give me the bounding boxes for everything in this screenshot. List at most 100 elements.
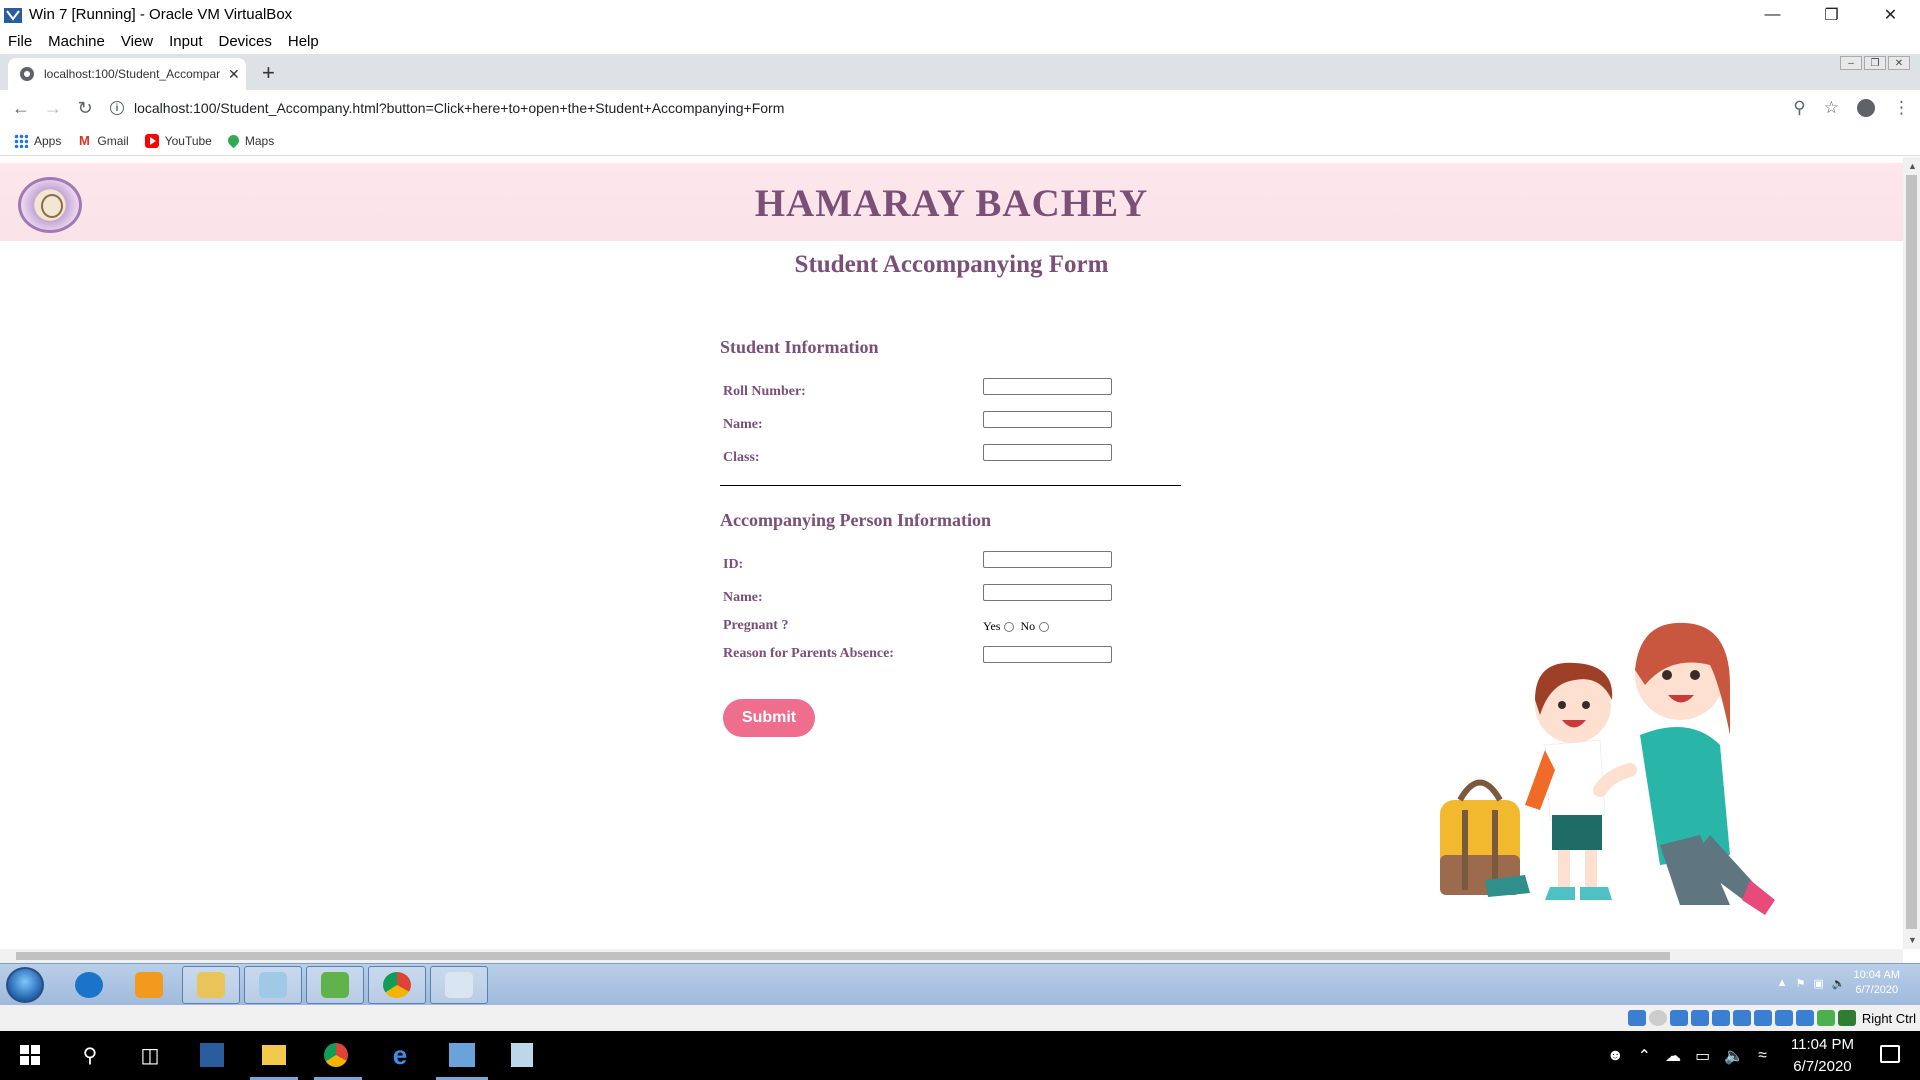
taskbar-chrome[interactable]	[368, 966, 426, 1004]
search-icon[interactable]: ⚲	[76, 1041, 104, 1069]
guest-restore-icon[interactable]: ❐	[1864, 56, 1886, 70]
form-title: Student Accompanying Form	[794, 251, 1109, 278]
person-name-label: Name:	[723, 590, 763, 605]
menu-devices[interactable]: Devices	[219, 33, 272, 50]
folder-icon	[197, 972, 225, 998]
start-orb-icon[interactable]	[6, 967, 44, 1003]
address-bar[interactable]: i localhost:100/Student_Accompany.html?b…	[110, 94, 1790, 122]
guest-minimize-icon[interactable]: –	[1840, 56, 1862, 70]
people-icon[interactable]: ☻	[1607, 1047, 1624, 1065]
tray-arrow-icon[interactable]: ▲	[1777, 977, 1788, 989]
taskbar-app-1[interactable]	[244, 966, 302, 1004]
vm-window-taskbar-icon[interactable]	[448, 1041, 476, 1069]
optical-drive-icon[interactable]	[1648, 1010, 1667, 1026]
taskbar-explorer[interactable]	[182, 966, 240, 1004]
roll-number-input[interactable]	[983, 378, 1112, 395]
student-section-heading: Student Information	[720, 337, 879, 357]
pregnant-row: Pregnant ? Yes No	[720, 615, 1190, 642]
student-name-input[interactable]	[983, 411, 1112, 428]
taskbar-paint[interactable]	[430, 966, 488, 1004]
setup-icon	[321, 972, 349, 998]
mouse-integration-icon[interactable]	[1816, 1010, 1835, 1026]
submit-button[interactable]: Submit	[723, 699, 815, 737]
audio-icon[interactable]	[1669, 1010, 1688, 1026]
bookmark-maps[interactable]: Maps	[225, 132, 274, 149]
volume-icon[interactable]: 🔈	[1724, 1046, 1744, 1066]
chrome-taskbar-icon[interactable]	[322, 1041, 350, 1069]
vertical-scrollbar[interactable]: ▲ ▼	[1903, 157, 1920, 949]
tab-close-icon[interactable]: ✕	[228, 66, 240, 83]
edge-icon[interactable]: e	[386, 1039, 414, 1070]
bookmark-youtube[interactable]: YouTube	[144, 133, 212, 148]
app-taskbar-icon[interactable]	[508, 1041, 536, 1069]
info-icon[interactable]: i	[110, 101, 124, 115]
onedrive-icon[interactable]: ☁	[1665, 1046, 1681, 1066]
file-explorer-icon[interactable]	[260, 1041, 288, 1069]
guest-clock[interactable]: 10:04 AM 6/7/2020	[1854, 968, 1900, 998]
no-radio[interactable]	[1039, 621, 1050, 632]
menu-machine[interactable]: Machine	[48, 33, 105, 50]
display-icon[interactable]	[1753, 1010, 1772, 1026]
tray-volume-icon[interactable]: 🔈	[1832, 977, 1846, 990]
restore-button[interactable]: ❐	[1802, 0, 1861, 29]
paint-icon	[445, 972, 473, 998]
wifi-icon[interactable]: ≈	[1758, 1047, 1767, 1065]
host-clock[interactable]: 11:04 PM 6/7/2020	[1791, 1034, 1854, 1078]
star-icon[interactable]: ☆	[1824, 98, 1839, 118]
scroll-up-icon[interactable]: ▲	[1908, 161, 1917, 171]
menu-view[interactable]: View	[121, 33, 153, 50]
bookmark-apps[interactable]: Apps	[14, 133, 61, 148]
menu-input[interactable]: Input	[169, 33, 202, 50]
taskbar-media-player[interactable]	[120, 966, 178, 1004]
yes-radio[interactable]	[1004, 621, 1015, 632]
zoom-icon[interactable]: ⚲	[1793, 98, 1805, 118]
new-tab-icon[interactable]: +	[262, 60, 275, 86]
keyboard-capture-icon[interactable]	[1837, 1010, 1856, 1026]
network-icon[interactable]	[1690, 1010, 1709, 1026]
menu-help[interactable]: Help	[288, 33, 319, 50]
windows-start-icon[interactable]	[16, 1041, 44, 1069]
horizontal-scrollbar[interactable]	[0, 949, 1903, 963]
guest-close-icon[interactable]: ✕	[1888, 56, 1910, 70]
taskbar-ie[interactable]	[60, 966, 118, 1004]
virtualbox-icon	[4, 7, 22, 23]
notification-icon[interactable]	[1880, 1045, 1900, 1063]
usb-icon[interactable]	[1711, 1010, 1730, 1026]
forward-arrow-icon[interactable]: →	[42, 98, 64, 119]
tray-network-icon[interactable]: ▣	[1813, 977, 1823, 990]
reason-row: Reason for Parents Absence:	[720, 642, 1190, 675]
show-hidden-icon[interactable]: ⌃	[1638, 1046, 1651, 1066]
shared-folder-icon[interactable]	[1732, 1010, 1751, 1026]
more-menu-icon[interactable]: ⋮	[1893, 98, 1910, 118]
taskbar-app-2[interactable]	[306, 966, 364, 1004]
reload-icon[interactable]: ↻	[74, 98, 96, 119]
id-input[interactable]	[983, 551, 1112, 568]
back-arrow-icon[interactable]: ←	[10, 98, 32, 119]
virtualbox-taskbar-icon[interactable]	[198, 1041, 226, 1069]
reason-label: Reason for Parents Absence:	[723, 646, 894, 661]
url-text[interactable]: localhost:100/Student_Accompany.html?but…	[134, 100, 784, 116]
person-name-row: Name:	[720, 582, 1190, 615]
scroll-down-icon[interactable]: ▼	[1908, 935, 1917, 945]
edge-logo-icon: e	[392, 1039, 408, 1070]
recording-icon[interactable]	[1774, 1010, 1793, 1026]
profile-icon[interactable]	[1857, 99, 1875, 117]
browser-tab[interactable]: localhost:100/Student_Accompar ✕	[8, 58, 246, 90]
tray-flag-icon[interactable]: ⚑	[1796, 977, 1806, 990]
youtube-icon	[144, 133, 159, 148]
bookmark-gmail[interactable]: M Gmail	[77, 133, 129, 148]
class-input[interactable]	[983, 444, 1112, 461]
person-name-input[interactable]	[983, 584, 1112, 601]
hdd-icon[interactable]	[1627, 1010, 1646, 1026]
task-view-icon[interactable]: ◫	[136, 1041, 164, 1069]
vertical-scroll-thumb[interactable]	[1906, 175, 1917, 929]
vt-x-icon[interactable]	[1795, 1010, 1814, 1026]
apps-grid-icon	[14, 133, 28, 148]
id-row: ID:	[720, 549, 1190, 582]
horizontal-scroll-thumb[interactable]	[16, 952, 1670, 960]
reason-input[interactable]	[983, 646, 1112, 663]
menu-file[interactable]: File	[8, 33, 32, 50]
minimize-button[interactable]: —	[1743, 0, 1802, 29]
battery-icon[interactable]: ▭	[1695, 1046, 1710, 1066]
close-button[interactable]: ✕	[1861, 0, 1920, 29]
